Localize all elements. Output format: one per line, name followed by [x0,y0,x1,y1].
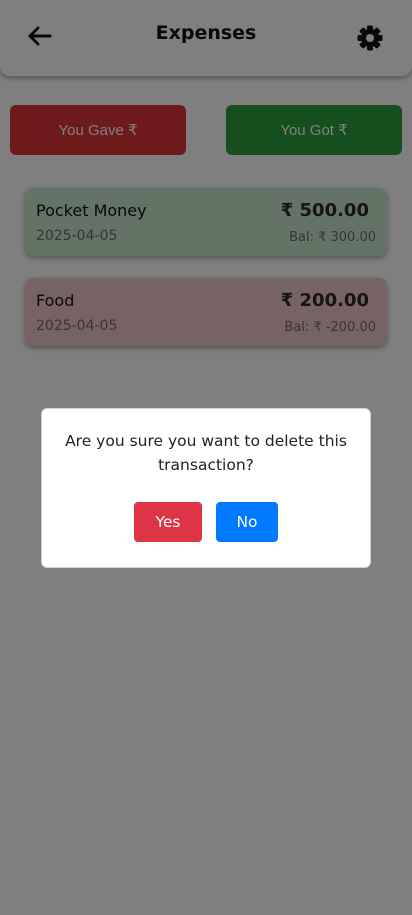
yes-button[interactable]: Yes [134,502,202,542]
no-button[interactable]: No [216,502,278,542]
dialog-message: Are you sure you want to delete this tra… [65,432,347,474]
delete-confirm-dialog: Are you sure you want to delete this tra… [41,408,371,568]
